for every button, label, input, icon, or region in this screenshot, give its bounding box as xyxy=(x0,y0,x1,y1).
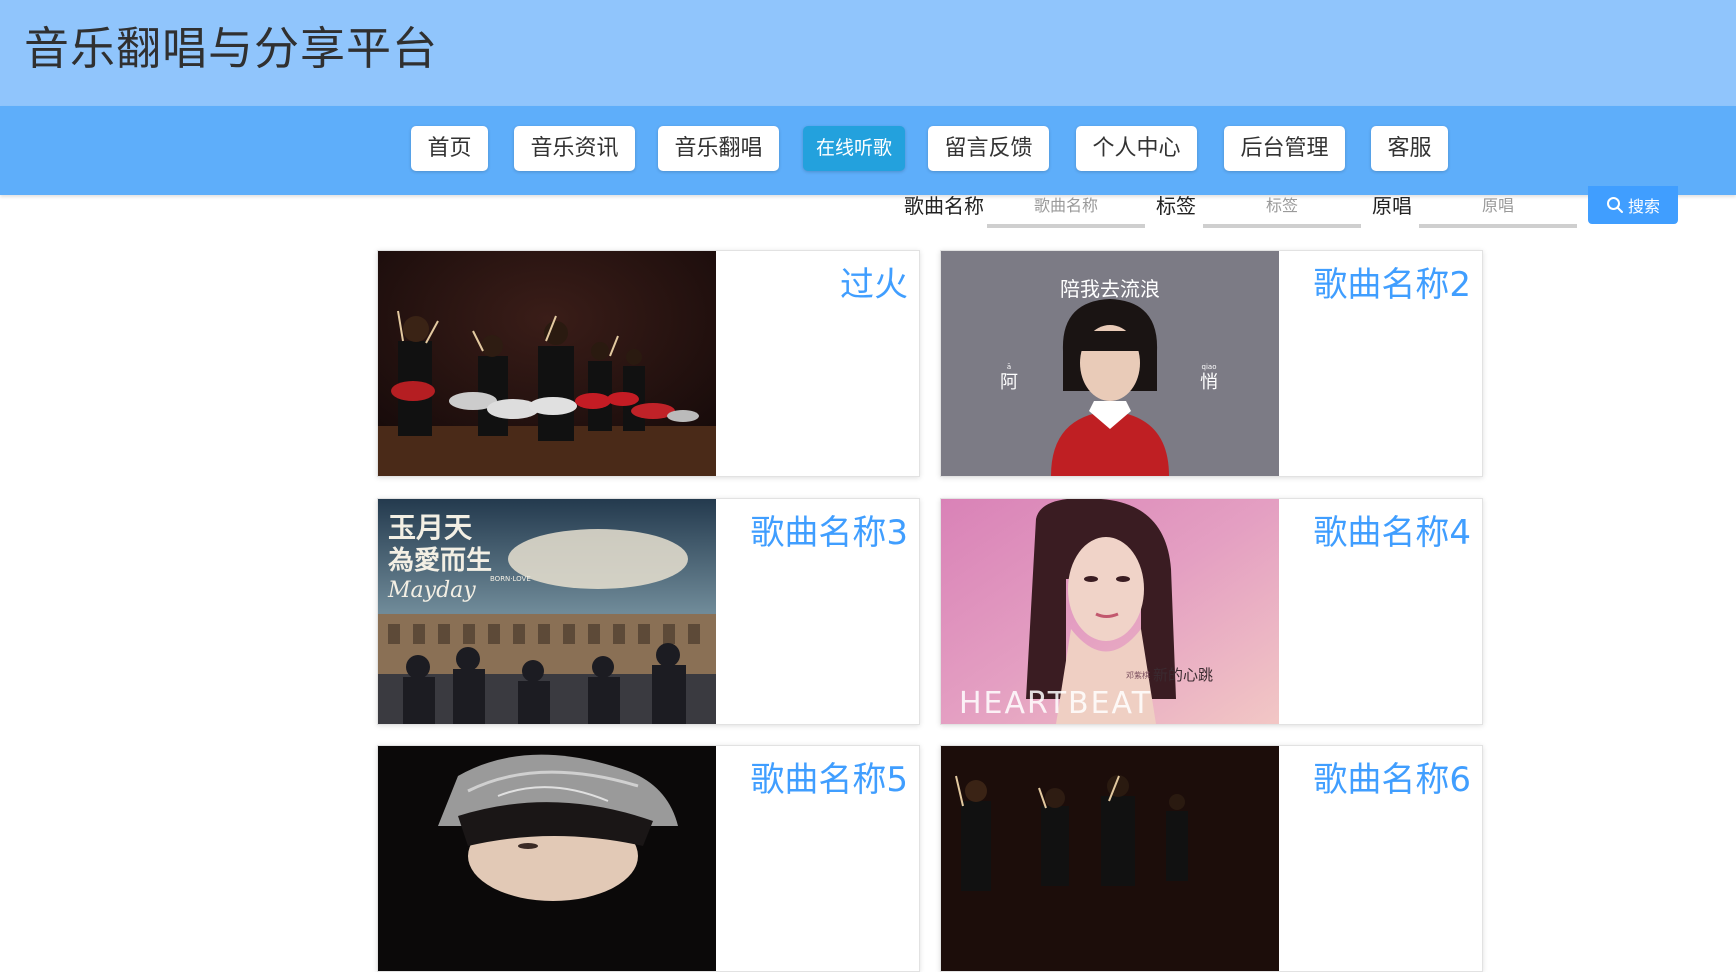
cover-text: 新的心跳 xyxy=(1153,666,1213,684)
nav-admin[interactable]: 后台管理 xyxy=(1224,126,1345,171)
site-header: 音乐翻唱与分享平台 xyxy=(0,0,1736,106)
nav-customer-service[interactable]: 客服 xyxy=(1371,126,1448,171)
cover-text: 悄 xyxy=(1200,372,1218,393)
search-button-label: 搜索 xyxy=(1627,197,1660,216)
cover-text: 阿 xyxy=(1000,372,1018,393)
song-cover-image[interactable]: 玉月天 為愛而生 BORN·LOVE Mayday xyxy=(378,499,716,724)
song-card[interactable]: 歌曲名称5 xyxy=(377,745,920,972)
song-cover-image[interactable] xyxy=(941,746,1279,971)
cover-text: 陪我去流浪 xyxy=(1060,277,1160,301)
song-card[interactable]: 邓紫棋 新的心跳 HEARTBEAT 歌曲名称4 xyxy=(940,498,1483,725)
cover-text: 為愛而生 xyxy=(388,546,492,576)
song-name-input[interactable] xyxy=(987,186,1145,228)
song-cover-image[interactable] xyxy=(378,746,716,971)
song-title[interactable]: 歌曲名称2 xyxy=(1313,263,1471,307)
search-button[interactable]: 搜索 xyxy=(1588,186,1678,224)
nav-music-news[interactable]: 音乐资讯 xyxy=(514,126,635,171)
song-cover-image[interactable]: 邓紫棋 新的心跳 HEARTBEAT xyxy=(941,499,1279,724)
main-nav: 首页 音乐资讯 音乐翻唱 在线听歌 留言反馈 个人中心 后台管理 客服 xyxy=(0,106,1736,195)
site-title: 音乐翻唱与分享平台 xyxy=(24,22,439,75)
nav-feedback[interactable]: 留言反馈 xyxy=(928,126,1049,171)
song-card[interactable]: 陪我去流浪 ā 阿 qiao 悄 歌曲名称2 xyxy=(940,250,1483,477)
song-card[interactable]: 过火 xyxy=(377,250,920,477)
search-icon xyxy=(1606,197,1623,213)
nav-music-cover[interactable]: 音乐翻唱 xyxy=(658,126,779,171)
song-title[interactable]: 歌曲名称5 xyxy=(750,758,908,802)
song-cover-image[interactable]: 陪我去流浪 ā 阿 qiao 悄 xyxy=(941,251,1279,476)
cover-text: qiao xyxy=(1202,363,1217,371)
nav-home[interactable]: 首页 xyxy=(411,126,488,171)
song-title[interactable]: 歌曲名称6 xyxy=(1313,758,1471,802)
nav-online-listen[interactable]: 在线听歌 xyxy=(803,126,905,171)
song-title[interactable]: 歌曲名称4 xyxy=(1313,511,1471,555)
tag-label: 标签 xyxy=(1156,194,1196,218)
song-title[interactable]: 过火 xyxy=(840,263,908,307)
cover-text: ā xyxy=(1007,363,1011,371)
nav-personal-center[interactable]: 个人中心 xyxy=(1076,126,1197,171)
tag-input[interactable] xyxy=(1203,186,1361,228)
song-cover-image[interactable] xyxy=(378,251,716,476)
song-card[interactable]: 玉月天 為愛而生 BORN·LOVE Mayday 歌曲名称3 xyxy=(377,498,920,725)
cover-text: Mayday xyxy=(387,578,476,603)
song-name-label: 歌曲名称 xyxy=(904,194,984,218)
original-singer-input[interactable] xyxy=(1419,186,1577,228)
cover-text: 玉月天 xyxy=(388,511,472,544)
cover-text: BORN·LOVE xyxy=(490,575,531,583)
song-card[interactable]: 歌曲名称6 xyxy=(940,745,1483,972)
original-singer-label: 原唱 xyxy=(1372,194,1412,218)
cover-text: 邓紫棋 xyxy=(1126,670,1150,680)
song-title[interactable]: 歌曲名称3 xyxy=(750,511,908,555)
cover-text: HEARTBEAT xyxy=(959,686,1152,721)
